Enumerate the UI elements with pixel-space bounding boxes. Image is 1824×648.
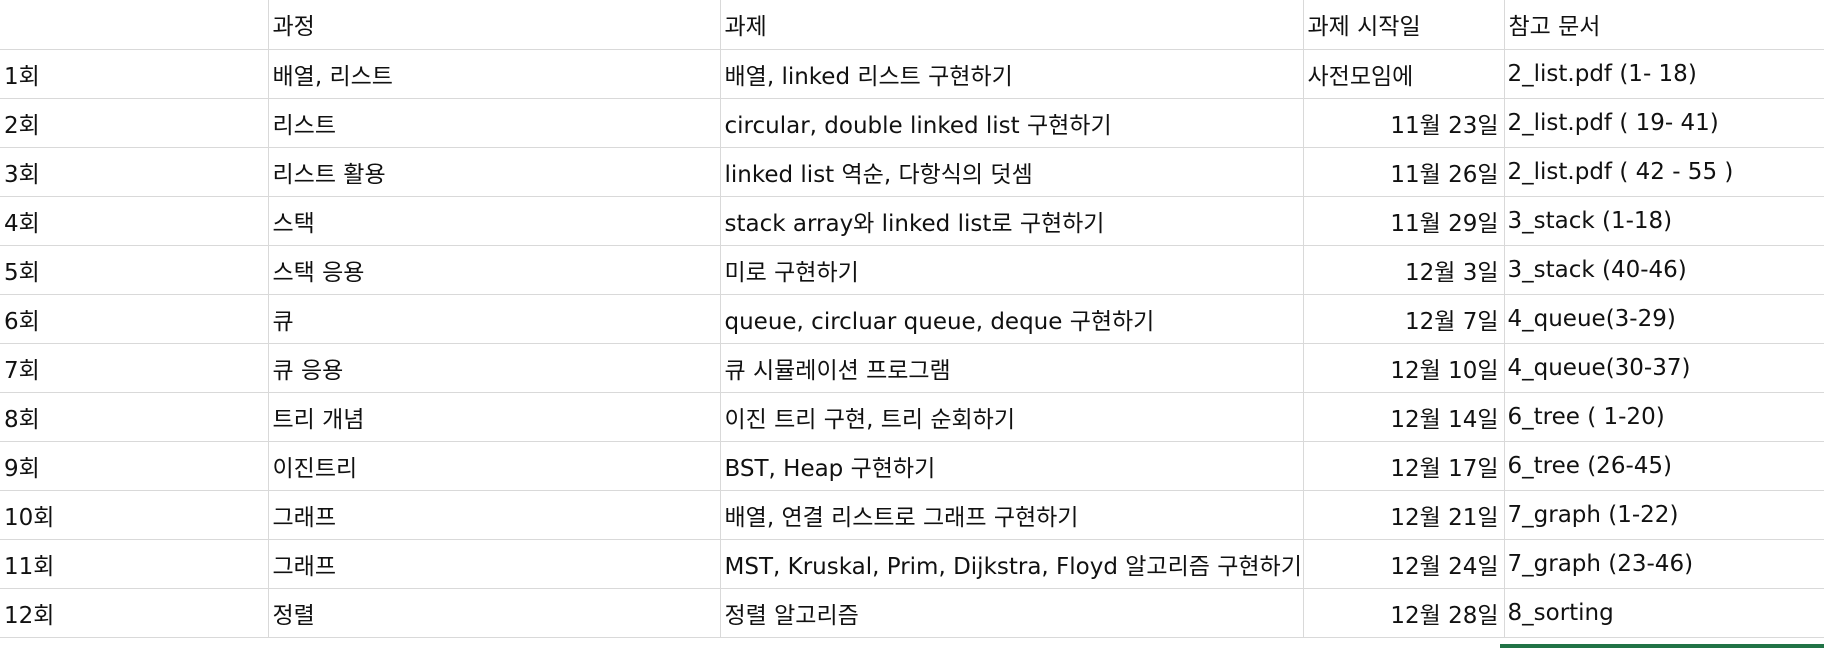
cell-start-date[interactable]: 11월 29일 xyxy=(1303,196,1505,246)
cell-session[interactable]: 6회 xyxy=(0,294,269,344)
cell-course[interactable]: 큐 xyxy=(268,294,721,344)
cell-start-date[interactable]: 12월 10일 xyxy=(1303,343,1505,393)
cell-start-date[interactable]: 12월 24일 xyxy=(1303,539,1505,589)
table-row: 9회 이진트리 BST, Heap 구현하기 12월 17일 6_tree (2… xyxy=(0,441,1824,491)
table-row: 5회 스택 응용 미로 구현하기 12월 3일 3_stack (40-46) xyxy=(0,245,1824,295)
cell-session[interactable]: 11회 xyxy=(0,539,269,589)
cell-start-date[interactable]: 12월 14일 xyxy=(1303,392,1505,442)
cell-course[interactable]: 그래프 xyxy=(268,490,721,540)
cell-course[interactable]: 리스트 활용 xyxy=(268,147,721,197)
cell-session[interactable]: 3회 xyxy=(0,147,269,197)
cell-session[interactable]: 7회 xyxy=(0,343,269,393)
cell-reference[interactable]: 4_queue(3-29) xyxy=(1504,294,1824,344)
cell-start-date[interactable]: 12월 21일 xyxy=(1303,490,1505,540)
cell-course[interactable]: 이진트리 xyxy=(268,441,721,491)
cell-reference[interactable]: 8_sorting xyxy=(1504,588,1824,638)
cell-session[interactable]: 2회 xyxy=(0,98,269,148)
cell-course[interactable]: 배열, 리스트 xyxy=(268,49,721,99)
table-row: 1회 배열, 리스트 배열, linked 리스트 구현하기 사전모임에 2_l… xyxy=(0,49,1824,99)
cell-assignment[interactable]: BST, Heap 구현하기 xyxy=(720,441,1304,491)
table-row: 11회 그래프 MST, Kruskal, Prim, Dijkstra, Fl… xyxy=(0,539,1824,589)
cell-start-date[interactable]: 11월 26일 xyxy=(1303,147,1505,197)
cell-assignment[interactable]: stack array와 linked list로 구현하기 xyxy=(720,196,1304,246)
cell-course[interactable]: 정렬 xyxy=(268,588,721,638)
cell-session[interactable]: 5회 xyxy=(0,245,269,295)
cell-reference[interactable]: 4_queue(30-37) xyxy=(1504,343,1824,393)
cell-assignment[interactable]: 배열, linked 리스트 구현하기 xyxy=(720,49,1304,99)
cell-assignment[interactable]: MST, Kruskal, Prim, Dijkstra, Floyd 알고리즘… xyxy=(720,539,1304,589)
header-cell-start-date[interactable]: 과제 시작일 xyxy=(1303,0,1505,50)
cell-reference[interactable]: 6_tree (26-45) xyxy=(1504,441,1824,491)
cell-start-date[interactable]: 12월 7일 xyxy=(1303,294,1505,344)
cell-session[interactable]: 1회 xyxy=(0,49,269,99)
cell-reference[interactable]: 2_list.pdf ( 19- 41) xyxy=(1504,98,1824,148)
cell-reference[interactable]: 3_stack (40-46) xyxy=(1504,245,1824,295)
table-row: 12회 정렬 정렬 알고리즘 12월 28일 8_sorting xyxy=(0,588,1824,638)
cell-course[interactable]: 트리 개념 xyxy=(268,392,721,442)
table-row: 7회 큐 응용 큐 시뮬레이션 프로그램 12월 10일 4_queue(30-… xyxy=(0,343,1824,393)
cell-session[interactable]: 8회 xyxy=(0,392,269,442)
cell-reference[interactable]: 3_stack (1-18) xyxy=(1504,196,1824,246)
cell-reference[interactable]: 7_graph (23-46) xyxy=(1504,539,1824,589)
cell-start-date[interactable]: 12월 3일 xyxy=(1303,245,1505,295)
cell-course[interactable]: 그래프 xyxy=(268,539,721,589)
cell-course[interactable]: 스택 응용 xyxy=(268,245,721,295)
cell-assignment[interactable]: circular, double linked list 구현하기 xyxy=(720,98,1304,148)
cell-course[interactable]: 스택 xyxy=(268,196,721,246)
cell-course[interactable]: 리스트 xyxy=(268,98,721,148)
cell-reference[interactable]: 7_graph (1-22) xyxy=(1504,490,1824,540)
selection-border xyxy=(1500,644,1824,648)
spreadsheet-grid: 과정 과제 과제 시작일 참고 문서 1회 배열, 리스트 배열, linked… xyxy=(0,0,1824,648)
cell-session[interactable]: 12회 xyxy=(0,588,269,638)
cell-course[interactable]: 큐 응용 xyxy=(268,343,721,393)
table-row: 2회 리스트 circular, double linked list 구현하기… xyxy=(0,98,1824,148)
table-row: 10회 그래프 배열, 연결 리스트로 그래프 구현하기 12월 21일 7_g… xyxy=(0,490,1824,540)
header-row: 과정 과제 과제 시작일 참고 문서 xyxy=(0,0,1824,50)
cell-start-date[interactable]: 12월 17일 xyxy=(1303,441,1505,491)
cell-assignment[interactable]: 정렬 알고리즘 xyxy=(720,588,1304,638)
cell-assignment[interactable]: 배열, 연결 리스트로 그래프 구현하기 xyxy=(720,490,1304,540)
schedule-table: 과정 과제 과제 시작일 참고 문서 1회 배열, 리스트 배열, linked… xyxy=(0,0,1824,638)
header-cell-course[interactable]: 과정 xyxy=(268,0,721,50)
header-cell-reference[interactable]: 참고 문서 xyxy=(1504,0,1824,50)
cell-session[interactable]: 4회 xyxy=(0,196,269,246)
cell-assignment[interactable]: 미로 구현하기 xyxy=(720,245,1304,295)
cell-assignment[interactable]: linked list 역순, 다항식의 덧셈 xyxy=(720,147,1304,197)
table-row: 3회 리스트 활용 linked list 역순, 다항식의 덧셈 11월 26… xyxy=(0,147,1824,197)
cell-start-date[interactable]: 11월 23일 xyxy=(1303,98,1505,148)
cell-assignment[interactable]: queue, circluar queue, deque 구현하기 xyxy=(720,294,1304,344)
table-row: 8회 트리 개념 이진 트리 구현, 트리 순회하기 12월 14일 6_tre… xyxy=(0,392,1824,442)
cell-session[interactable]: 10회 xyxy=(0,490,269,540)
cell-reference[interactable]: 6_tree ( 1-20) xyxy=(1504,392,1824,442)
cell-start-date[interactable]: 12월 28일 xyxy=(1303,588,1505,638)
table-row: 6회 큐 queue, circluar queue, deque 구현하기 1… xyxy=(0,294,1824,344)
cell-reference[interactable]: 2_list.pdf (1- 18) xyxy=(1504,49,1824,99)
cell-assignment[interactable]: 이진 트리 구현, 트리 순회하기 xyxy=(720,392,1304,442)
table-row: 4회 스택 stack array와 linked list로 구현하기 11월… xyxy=(0,196,1824,246)
cell-reference[interactable]: 2_list.pdf ( 42 - 55 ) xyxy=(1504,147,1824,197)
cell-assignment[interactable]: 큐 시뮬레이션 프로그램 xyxy=(720,343,1304,393)
cell-session[interactable]: 9회 xyxy=(0,441,269,491)
cell-start-date[interactable]: 사전모임에 xyxy=(1303,49,1505,99)
header-cell-session[interactable] xyxy=(0,0,269,50)
header-cell-assignment[interactable]: 과제 xyxy=(720,0,1304,50)
